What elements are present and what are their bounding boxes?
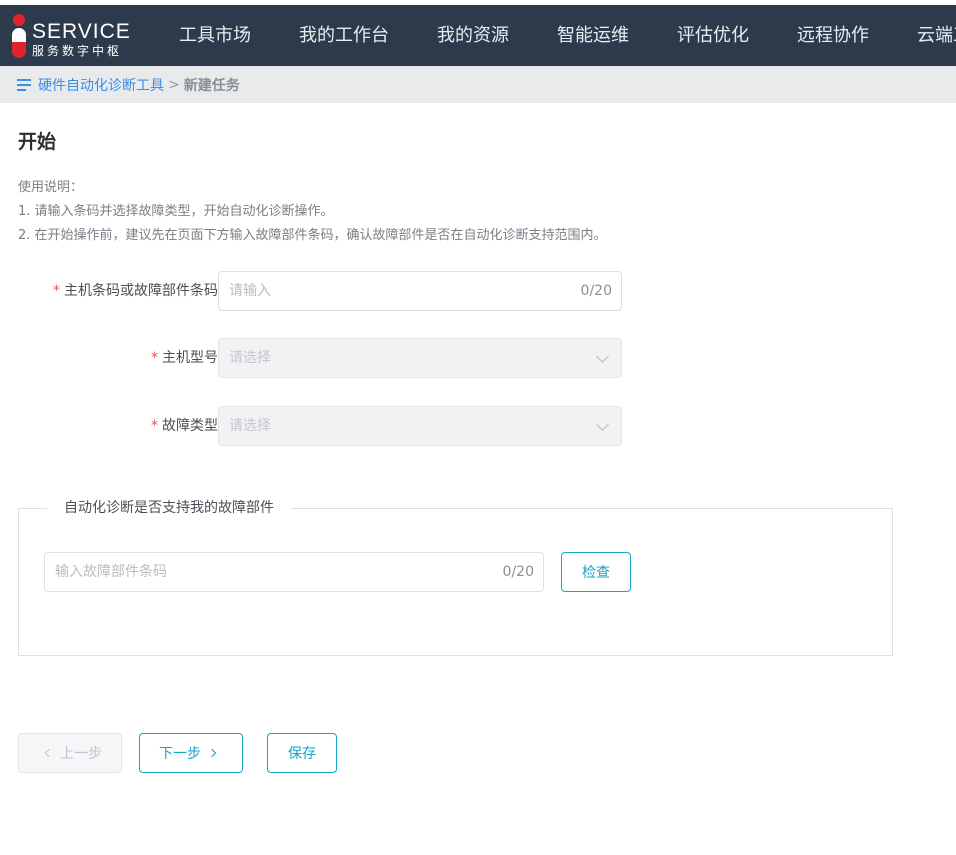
barcode-row: *主机条码或故障部件条码 0/20	[18, 271, 638, 311]
menu-list-icon	[17, 78, 31, 91]
fault-type-select-input[interactable]	[229, 407, 569, 445]
breadcrumb: 硬件自动化诊断工具 > 新建任务	[0, 66, 956, 103]
chevron-down-icon	[596, 418, 609, 431]
nav-item-tool-market[interactable]: 工具市场	[155, 5, 275, 66]
nav-item-my-resources[interactable]: 我的资源	[413, 5, 533, 66]
support-check-legend: 自动化诊断是否支持我的故障部件	[47, 498, 291, 518]
instruction-line-1: 1. 请输入条码并选择故障类型，开始自动化诊断操作。	[18, 204, 334, 219]
instructions-heading: 使用说明：	[18, 180, 84, 195]
part-barcode-field[interactable]: 0/20	[44, 552, 544, 592]
nav-item-evaluation[interactable]: 评估优化	[653, 5, 773, 66]
nav-item-smart-ops[interactable]: 智能运维	[533, 5, 653, 66]
check-button[interactable]: 检查	[561, 552, 631, 592]
nav-item-remote-collab[interactable]: 远程协作	[773, 5, 893, 66]
support-check-panel: 自动化诊断是否支持我的故障部件 0/20 检查	[18, 498, 893, 656]
page-title: 开始	[18, 131, 57, 153]
model-select[interactable]	[218, 338, 622, 378]
required-mark: *	[151, 350, 158, 366]
nav-item-my-workbench[interactable]: 我的工作台	[275, 5, 413, 66]
chevron-right-icon	[207, 748, 217, 758]
barcode-field[interactable]: 0/20	[218, 271, 622, 311]
save-button[interactable]: 保存	[267, 733, 337, 773]
fault-type-label: * 故障类型	[151, 418, 218, 434]
prev-step-button[interactable]: 上一步	[18, 733, 122, 773]
breadcrumb-parent-link[interactable]: 硬件自动化诊断工具	[38, 75, 164, 95]
top-navbar: SERVICE 服务数字中枢 工具市场 我的工作台 我的资源 智能运维 评估优化…	[0, 0, 956, 66]
required-mark: *	[53, 283, 60, 299]
part-barcode-input[interactable]	[55, 553, 485, 591]
model-row: * 主机型号	[18, 338, 638, 378]
usage-instructions: 使用说明： 1. 请输入条码并选择故障类型，开始自动化诊断操作。 2. 在开始操…	[18, 176, 607, 248]
barcode-label: * 主机条码或故障部件条码	[53, 283, 218, 299]
instruction-line-2: 2. 在开始操作前，建议先在页面下方输入故障部件条码，确认故障部件是否在自动化诊…	[18, 228, 607, 243]
part-barcode-char-count: 0/20	[502, 564, 534, 580]
breadcrumb-separator: >	[168, 76, 180, 93]
required-mark: *	[151, 418, 158, 434]
next-step-button[interactable]: 下一步	[139, 733, 243, 773]
chevron-left-icon	[44, 748, 54, 758]
breadcrumb-current: 新建任务	[183, 77, 240, 94]
logo-title: SERVICE	[32, 20, 131, 43]
logo-subtitle: 服务数字中枢	[32, 44, 123, 58]
nav-item-cloud[interactable]: 云端工	[893, 5, 956, 66]
service-logo[interactable]: SERVICE 服务数字中枢	[10, 11, 140, 61]
model-select-input[interactable]	[229, 339, 569, 377]
chevron-down-icon	[596, 350, 609, 363]
fault-type-select[interactable]	[218, 406, 622, 446]
logo-icon	[12, 14, 26, 58]
barcode-input[interactable]	[229, 272, 569, 310]
barcode-char-count: 0/20	[580, 283, 612, 299]
fault-type-row: * 故障类型	[18, 406, 638, 446]
model-label: * 主机型号	[151, 350, 218, 366]
main-nav: 工具市场 我的工作台 我的资源 智能运维 评估优化 远程协作 云端工	[155, 5, 956, 66]
